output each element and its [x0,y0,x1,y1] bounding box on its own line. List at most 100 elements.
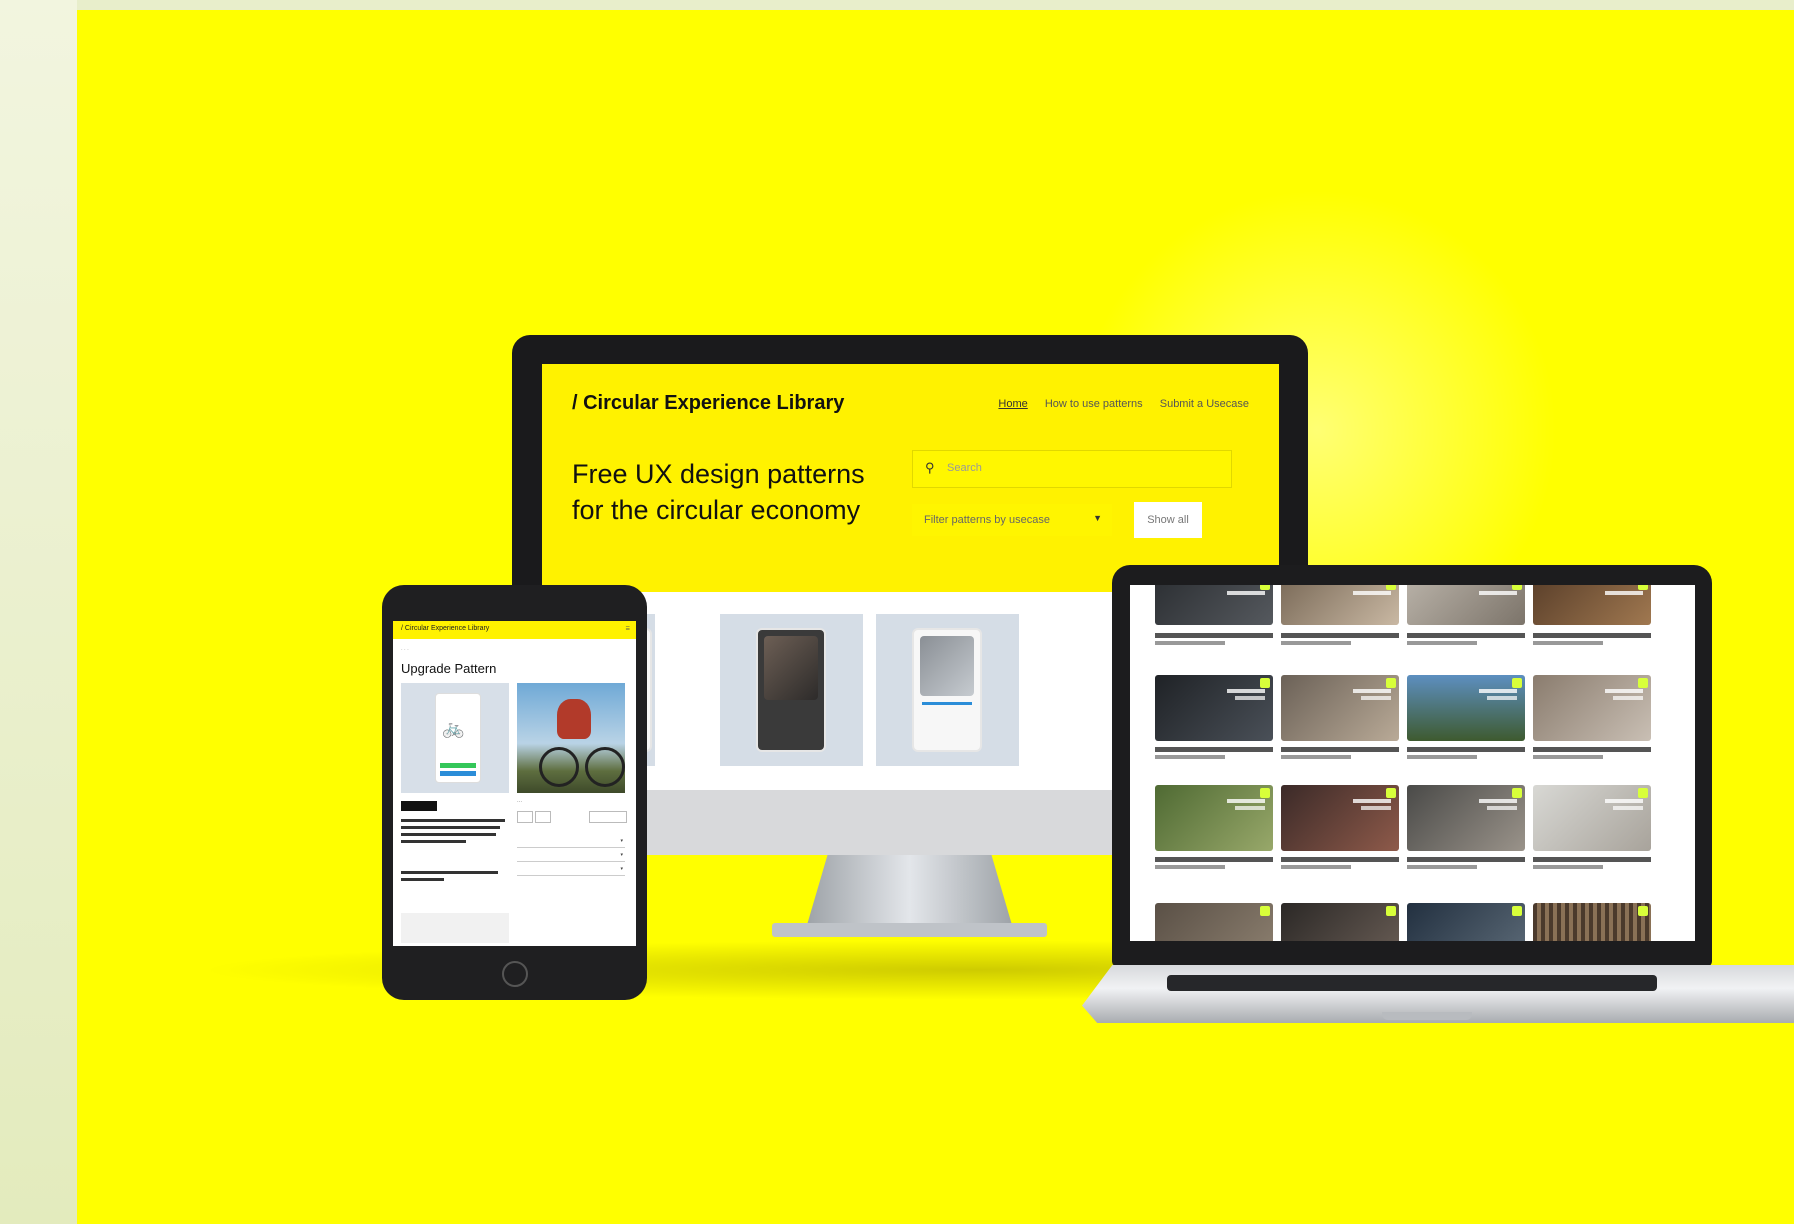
pattern-tile[interactable] [1533,585,1651,625]
pattern-card[interactable] [876,614,1019,766]
tile-subtitle [1533,641,1603,645]
pattern-tile[interactable] [1533,785,1651,851]
laptop-lid [1112,565,1712,967]
tile-caption [1487,696,1517,700]
phone-photo [764,636,818,700]
pattern-tile[interactable] [1407,785,1525,851]
laptop-keyboard [1167,975,1657,991]
show-all-button[interactable]: Show all [1134,502,1202,538]
pattern-tile[interactable] [1281,903,1399,941]
accordion-row[interactable]: ▾ [517,863,625,876]
tile-title [1533,857,1651,862]
pattern-link[interactable] [401,871,509,881]
page-title: Upgrade Pattern [401,661,497,676]
tile-badge [1512,906,1522,916]
tile-caption [1353,689,1391,693]
phone-mockup: 🚲 [435,693,481,783]
tile-title [1533,747,1651,752]
tile-badge [1260,678,1270,688]
pattern-tile[interactable] [1155,903,1273,941]
tablet-header: / Circular Experience Library ☰ [393,621,636,639]
tile-caption [1227,689,1265,693]
product-mockup-stage: / Circular Experience Library Home How t… [77,10,1794,1224]
tile-badge [1386,678,1396,688]
tile-caption [1613,806,1643,810]
tile-title [1281,633,1399,638]
tile-caption [1227,799,1265,803]
tile-subtitle [1155,641,1225,645]
tile-caption [1353,591,1391,595]
laptop-screen [1130,585,1695,941]
hero-line-1: Free UX design patterns [572,459,865,489]
breadcrumb: · · · [401,647,409,653]
tile-caption [1487,806,1517,810]
accordion-row[interactable]: ▾ [517,835,625,848]
tile-caption [1605,591,1643,595]
tile-badge [1386,585,1396,590]
tile-caption [1361,696,1391,700]
tile-caption [1235,696,1265,700]
pattern-tile[interactable] [1155,585,1273,625]
tile-subtitle [1533,865,1603,869]
tile-caption [1605,689,1643,693]
tile-subtitle [1281,641,1351,645]
tile-title [1155,857,1273,862]
accordion-row[interactable]: ▾ [517,849,625,862]
tile-caption [1235,806,1265,810]
tile-badge [1512,678,1522,688]
tile-badge [1260,788,1270,798]
cyclist-photo [517,683,625,793]
phone-slider [922,702,972,705]
pattern-tile[interactable] [1533,903,1651,941]
bike-wheel [585,747,625,787]
pattern-tile[interactable] [1155,675,1273,741]
hero-heading: Free UX design patterns for the circular… [572,456,882,528]
tile-subtitle [1407,755,1477,759]
search-input[interactable]: ⚲ Search [912,450,1232,488]
pattern-tile[interactable] [1281,585,1399,625]
nav-submit-usecase[interactable]: Submit a Usecase [1160,398,1249,410]
site-title[interactable]: / Circular Experience Library [572,392,844,415]
tablet-site-title[interactable]: / Circular Experience Library [401,625,489,632]
bike-wheel [539,747,579,787]
search-icon: ⚲ [925,460,935,475]
tile-caption [1353,799,1391,803]
pattern-tile[interactable] [1407,585,1525,625]
tile-badge [1638,906,1648,916]
tile-title [1155,747,1273,752]
tile-badge [1638,678,1648,688]
option-chip[interactable] [517,811,533,823]
pattern-description [401,819,509,847]
option-chip[interactable] [535,811,551,823]
home-button[interactable] [502,961,528,987]
pattern-tile[interactable] [1407,675,1525,741]
laptop-device [1082,565,1794,1025]
pattern-tile[interactable] [1281,785,1399,851]
tile-caption [1479,689,1517,693]
option-button[interactable] [589,811,627,823]
tablet-screen: / Circular Experience Library ☰ · · · Up… [393,621,636,946]
pattern-tile[interactable] [1407,903,1525,941]
pattern-tile[interactable] [1281,675,1399,741]
tile-badge [1386,788,1396,798]
pattern-tile[interactable] [1533,675,1651,741]
tile-caption [1227,591,1265,595]
tile-caption [1361,806,1391,810]
nav-how-to-use[interactable]: How to use patterns [1045,398,1143,410]
tile-title [1407,747,1525,752]
pattern-card[interactable] [720,614,863,766]
filter-label: Filter patterns by usecase [924,514,1050,526]
tablet-nav: ☰ [625,626,630,632]
monitor-base [772,923,1047,937]
tile-subtitle [1155,755,1225,759]
chevron-down-icon: ▾ [620,838,623,844]
dark-button[interactable] [401,801,437,811]
tile-subtitle [1155,865,1225,869]
nav-home[interactable]: Home [998,398,1027,410]
usecase-filter-select[interactable]: Filter patterns by usecase ▼ [912,504,1112,536]
tile-subtitle [1281,755,1351,759]
pattern-tile[interactable] [1155,785,1273,851]
tile-title [1155,633,1273,638]
phone-mockup [912,628,982,752]
tile-title [1281,747,1399,752]
